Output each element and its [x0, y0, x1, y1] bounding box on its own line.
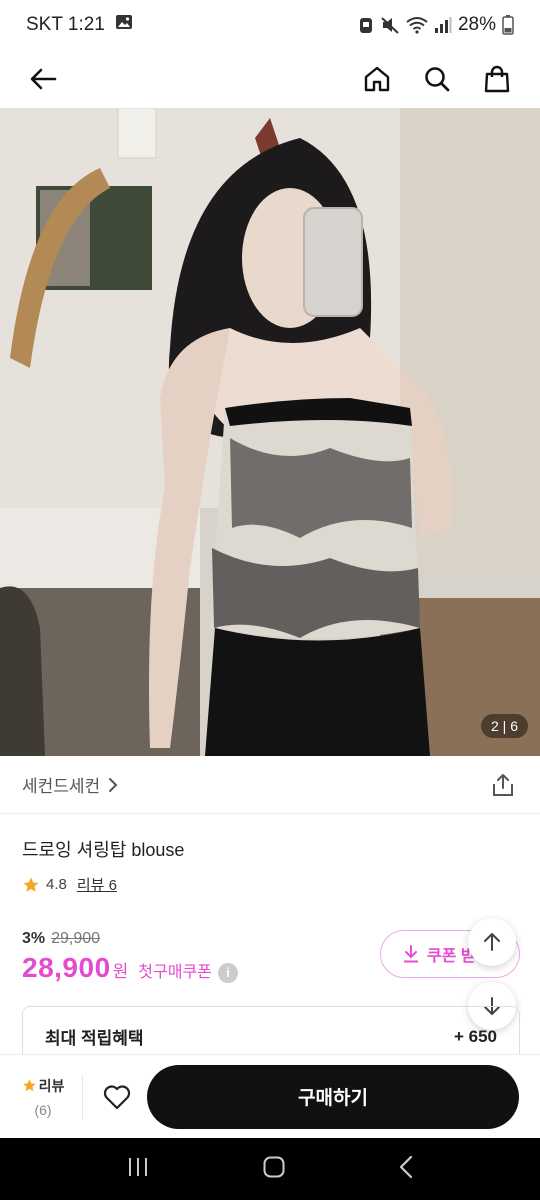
max-reward-value: + 650: [453, 1026, 497, 1046]
search-button[interactable]: [420, 62, 454, 96]
home-button[interactable]: [360, 62, 394, 96]
review-summary-button[interactable]: 리뷰 (6): [16, 1076, 70, 1118]
original-price-row: 3% 29,900: [22, 930, 100, 948]
alarm-icon: [358, 16, 374, 34]
battery-percent: 28%: [457, 14, 496, 35]
product-image-carousel[interactable]: 2 | 6: [0, 108, 540, 756]
review-summary-label: 리뷰: [38, 1077, 65, 1094]
top-nav-bar: [0, 50, 540, 108]
battery-icon: [502, 15, 514, 35]
cart-button[interactable]: [480, 62, 514, 96]
chevron-right-icon: [108, 777, 118, 793]
original-price: 29,900: [51, 930, 101, 947]
rating-row: 4.8 리뷰 6: [22, 874, 117, 895]
home-icon: [364, 66, 390, 92]
first-purchase-coupon-label: 첫구매쿠폰: [138, 964, 212, 981]
buy-button[interactable]: 구매하기: [147, 1064, 519, 1129]
signal-icon: [434, 16, 452, 34]
price-unit: 원: [112, 962, 129, 981]
info-icon[interactable]: i: [217, 962, 238, 983]
carrier-time: SKT 1:21: [26, 14, 105, 35]
product-title: 드로잉 셔링탑 blouse: [22, 840, 185, 860]
recent-apps-icon[interactable]: [126, 1156, 150, 1183]
download-icon: [404, 945, 418, 963]
share-icon: [493, 773, 513, 796]
system-nav-bar: [0, 1138, 540, 1200]
brand-row: 세컨드세컨: [0, 756, 540, 814]
search-icon: [425, 67, 450, 92]
divider: [82, 1074, 83, 1119]
share-button[interactable]: [488, 770, 518, 800]
brand-name-link[interactable]: 세컨드세컨: [22, 772, 100, 797]
rating-value: 4.8: [46, 876, 67, 893]
price-row: 28,900 원 첫구매쿠폰 i: [22, 952, 238, 984]
back-button[interactable]: [26, 62, 60, 96]
product-photo: [0, 108, 540, 756]
image-page-indicator: 2 | 6: [481, 714, 528, 738]
max-reward-label: 최대 적립혜택: [45, 1029, 144, 1048]
gallery-notification-icon: [115, 13, 133, 37]
review-summary-count: (6): [34, 1101, 52, 1118]
back-nav-icon[interactable]: [398, 1155, 414, 1184]
star-icon: [23, 877, 39, 892]
mute-icon: [380, 16, 400, 34]
shopping-bag-icon: [484, 65, 510, 93]
like-button[interactable]: [95, 1075, 139, 1119]
review-count-link[interactable]: 리뷰 6: [77, 874, 117, 895]
discount-percent: 3%: [22, 930, 46, 947]
status-bar: SKT 1:21 28%: [0, 0, 540, 50]
heart-icon: [103, 1084, 131, 1109]
sale-price: 28,900: [22, 952, 111, 983]
scroll-top-button[interactable]: [468, 918, 516, 966]
wifi-icon: [406, 16, 428, 34]
arrow-up-icon: [484, 933, 500, 951]
back-arrow-icon: [30, 68, 57, 90]
home-nav-icon[interactable]: [262, 1155, 286, 1184]
bottom-purchase-bar: 리뷰 (6) 구매하기: [0, 1054, 540, 1138]
star-icon: [22, 1079, 36, 1092]
